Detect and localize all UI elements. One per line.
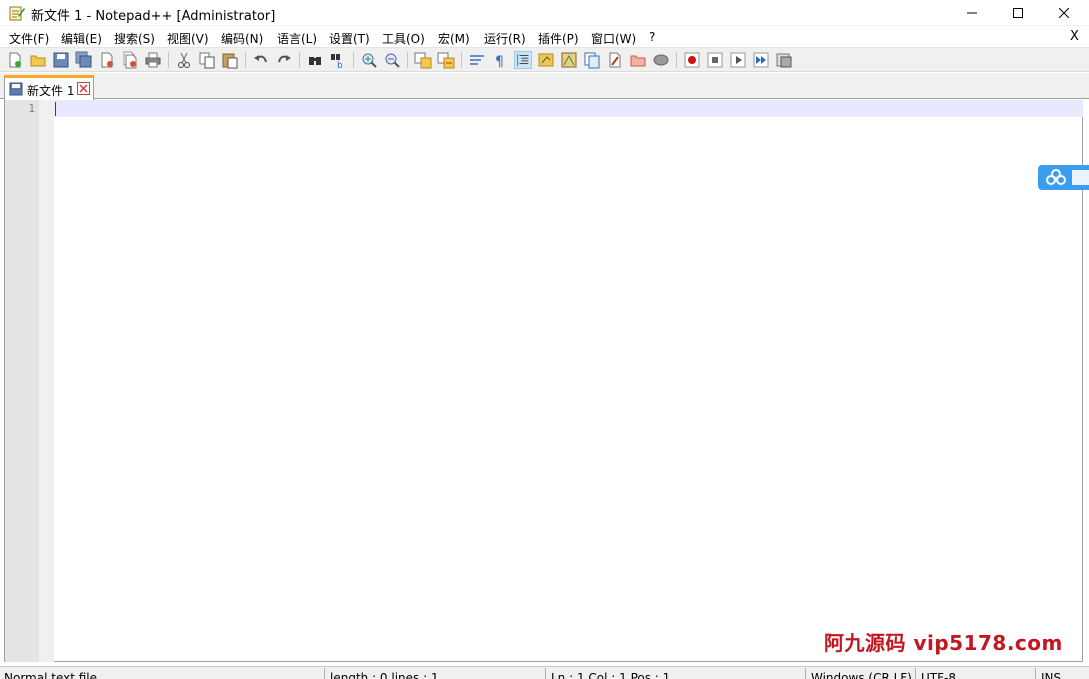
zoom-out-icon[interactable]: [383, 51, 401, 69]
menu-edit[interactable]: 编辑(E): [61, 30, 102, 47]
new-file-icon[interactable]: [6, 51, 24, 69]
menu-settings[interactable]: 设置(T): [329, 30, 370, 47]
menu-language[interactable]: 语言(L): [277, 30, 317, 47]
folder-icon[interactable]: [629, 51, 647, 69]
user-language-icon[interactable]: [537, 51, 555, 69]
menu-window[interactable]: 窗口(W): [591, 30, 636, 47]
toolbar-separator: [461, 52, 462, 68]
line-number-gutter: 1: [5, 100, 39, 662]
menu-view[interactable]: 视图(V): [167, 30, 209, 47]
maximize-button[interactable]: [995, 0, 1041, 26]
print-icon[interactable]: [144, 51, 162, 69]
text-caret: [55, 102, 56, 116]
svg-text:b: b: [337, 61, 343, 69]
menu-help[interactable]: ?: [649, 30, 655, 44]
save-all-icon[interactable]: [75, 51, 93, 69]
line-number: 1: [28, 102, 35, 115]
close-document-button[interactable]: X: [1070, 29, 1079, 44]
save-status-icon: [9, 82, 23, 96]
window-title: 新文件 1 - Notepad++ [Administrator]: [31, 9, 276, 24]
stop-record-icon[interactable]: [706, 51, 724, 69]
status-separator: [324, 668, 325, 679]
record-macro-icon[interactable]: [683, 51, 701, 69]
close-file-icon[interactable]: [98, 51, 116, 69]
menu-bar: 文件(F) 编辑(E) 搜索(S) 视图(V) 编码(N) 语言(L) 设置(T…: [0, 27, 1089, 47]
menu-run[interactable]: 运行(R): [484, 30, 526, 47]
toolbar-separator: [407, 52, 408, 68]
toolbar-separator: [168, 52, 169, 68]
status-insert-mode[interactable]: INS: [1041, 671, 1061, 679]
cloud-icon: [1046, 169, 1066, 185]
monitoring-icon[interactable]: [652, 51, 670, 69]
tab-label: 新文件 1: [27, 84, 75, 98]
show-all-chars-icon[interactable]: ¶: [491, 51, 509, 69]
menu-file[interactable]: 文件(F): [9, 30, 49, 47]
status-eol[interactable]: Windows (CR LF): [811, 671, 912, 679]
status-separator: [915, 668, 916, 679]
fold-margin[interactable]: [39, 100, 54, 662]
minimize-icon: [967, 12, 977, 14]
document-map-icon[interactable]: [560, 51, 578, 69]
toolbar-separator: [353, 52, 354, 68]
menu-search[interactable]: 搜索(S): [114, 30, 155, 47]
redo-icon[interactable]: [275, 51, 293, 69]
status-separator: [545, 668, 546, 679]
folder-as-workspace-icon[interactable]: [606, 51, 624, 69]
sync-horizontal-icon[interactable]: [437, 51, 455, 69]
svg-text:¶: ¶: [495, 54, 504, 69]
tab-bar: 新文件 1: [0, 73, 1089, 100]
current-line-highlight: [54, 100, 1083, 117]
status-file-type: Normal text file: [4, 671, 98, 679]
close-icon: [1059, 8, 1069, 18]
undo-icon[interactable]: [252, 51, 270, 69]
save-macro-icon[interactable]: [775, 51, 793, 69]
cloud-sync-widget[interactable]: [1038, 165, 1089, 190]
status-encoding[interactable]: UTF-8: [921, 671, 956, 679]
toolbar-separator: [676, 52, 677, 68]
cut-icon[interactable]: [175, 51, 193, 69]
status-separator: [805, 668, 806, 679]
title-bar: 新文件 1 - Notepad++ [Administrator]: [0, 0, 1089, 26]
close-all-icon[interactable]: [121, 51, 139, 69]
editor-area[interactable]: 1: [4, 100, 1083, 662]
playback-icon[interactable]: [729, 51, 747, 69]
sync-vertical-icon[interactable]: [414, 51, 432, 69]
open-file-icon[interactable]: [29, 51, 47, 69]
menu-macro[interactable]: 宏(M): [438, 30, 470, 47]
close-window-button[interactable]: [1041, 0, 1087, 26]
find-icon[interactable]: [306, 51, 324, 69]
menu-plugins[interactable]: 插件(P): [538, 30, 579, 47]
copy-icon[interactable]: [198, 51, 216, 69]
notepad-pencil-icon: [9, 6, 25, 21]
menu-tools[interactable]: 工具(O): [382, 30, 425, 47]
run-macro-multiple-icon[interactable]: [752, 51, 770, 69]
tab-new-file-1[interactable]: 新文件 1: [4, 75, 94, 100]
status-length-lines: length : 0 lines : 1: [330, 671, 439, 679]
indent-guide-icon[interactable]: [514, 51, 532, 69]
status-bar: Normal text file length : 0 lines : 1 Ln…: [0, 666, 1089, 679]
watermark: 阿九源码 vip5178.com: [824, 631, 1063, 655]
cloud-widget-tab: [1072, 170, 1089, 185]
word-wrap-icon[interactable]: [468, 51, 486, 69]
toolbar-separator: [299, 52, 300, 68]
paste-icon[interactable]: [221, 51, 239, 69]
toolbar: b ¶: [0, 47, 1089, 72]
menu-encoding[interactable]: 编码(N): [221, 30, 263, 47]
status-separator: [1035, 668, 1036, 679]
close-tab-icon[interactable]: [77, 82, 90, 95]
maximize-icon: [1013, 8, 1023, 18]
minimize-button[interactable]: [949, 0, 995, 26]
save-icon[interactable]: [52, 51, 70, 69]
zoom-in-icon[interactable]: [360, 51, 378, 69]
function-list-icon[interactable]: [583, 51, 601, 69]
replace-icon[interactable]: b: [329, 51, 347, 69]
status-position: Ln : 1 Col : 1 Pos : 1: [551, 671, 671, 679]
toolbar-separator: [245, 52, 246, 68]
